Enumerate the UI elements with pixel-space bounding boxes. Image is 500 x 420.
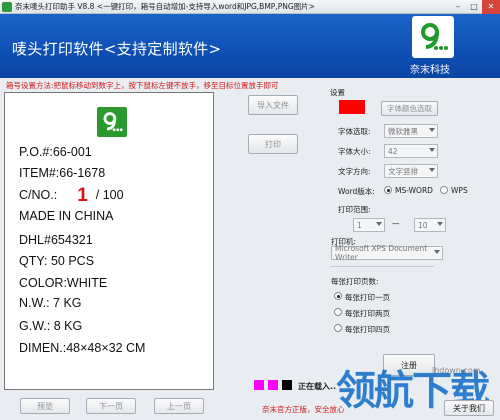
text-direction-combo[interactable]: 文字竖排 [384, 164, 438, 178]
footer-note: 奈末官方正版，安全放心 [262, 405, 345, 414]
minimize-button[interactable]: – [450, 0, 466, 14]
two-pages-label: 每张打印两页 [345, 309, 390, 318]
status-color-box [254, 380, 264, 390]
maximize-button[interactable]: □ [466, 0, 482, 14]
settings-group-title: 设置 [330, 88, 345, 97]
color-swatch [339, 100, 365, 114]
text-direction-label: 文字方向: [338, 167, 371, 176]
status-color-box [268, 380, 278, 390]
printer-value: Microsoft XPS Document Writer [335, 244, 428, 262]
divider [330, 266, 434, 267]
carton-number-value[interactable]: 1 [77, 185, 88, 206]
title-bar: 奈末唛头打印助手 V8.8 <一键打印，箱号自动增加-支持导入word和JPG,… [0, 0, 500, 14]
label-item[interactable]: ITEM#:66-1678 [19, 166, 105, 180]
banner-title: 唛头打印软件<支持定制软件> [12, 40, 222, 58]
range-to-value: 10 [418, 220, 428, 230]
header-banner: 唛头打印软件<支持定制软件> 奈末科技 [0, 14, 500, 78]
window-controls: – □ ✕ [450, 0, 500, 14]
label-dimen[interactable]: DIMEN.:48×48×32 CM [19, 341, 145, 355]
label-qty[interactable]: QTY: 50 PCS [19, 254, 94, 268]
label-preview: P.O.#:66-001 ITEM#:66-1678 C/NO.: 1/ 100 … [4, 92, 214, 390]
wps-label: WPS [451, 186, 468, 195]
brand-logo-graphic [421, 23, 448, 50]
label-po[interactable]: P.O.#:66-001 [19, 145, 92, 159]
font-select-value: 微软雅黑 [388, 126, 418, 136]
chevron-down-icon [437, 222, 443, 226]
two-pages-radio[interactable] [334, 308, 342, 316]
label-made-in[interactable]: MADE IN CHINA [19, 209, 113, 223]
font-size-label: 字体大小: [338, 147, 371, 156]
font-size-combo[interactable]: 42 [384, 144, 438, 158]
label-logo-icon [97, 107, 127, 137]
window-title: 奈末唛头打印助手 V8.8 <一键打印，箱号自动增加-支持导入word和JPG,… [15, 2, 315, 11]
font-size-value: 42 [388, 146, 398, 156]
brand-name: 奈末科技 [410, 65, 450, 76]
chevron-down-icon [429, 148, 435, 152]
pages-per-sheet-label: 每张打印页数: [331, 277, 379, 286]
one-page-radio[interactable] [334, 292, 342, 300]
four-pages-label: 每张打印四页 [345, 325, 390, 334]
label-cno-prefix: C/NO.: [19, 188, 58, 202]
chevron-down-icon [429, 168, 435, 172]
app-icon [2, 1, 12, 12]
chevron-down-icon [376, 222, 382, 226]
label-gw[interactable]: G.W.: 8 KG [19, 319, 82, 333]
one-page-label: 每张打印一页 [345, 293, 390, 302]
watermark-url: lhdown.com [432, 366, 481, 375]
import-file-button[interactable]: 导入文件 [248, 95, 298, 115]
loading-status: 正在载入.. [298, 382, 337, 391]
about-us-button[interactable]: 关于我们 [444, 400, 494, 416]
print-range-label: 打印范围: [338, 205, 371, 214]
printer-combo[interactable]: Microsoft XPS Document Writer [331, 244, 443, 262]
label-nw[interactable]: N.W.: 7 KG [19, 296, 82, 310]
ms-word-radio[interactable] [384, 186, 392, 194]
prev-page-button[interactable]: 上一页 [154, 398, 204, 414]
label-color[interactable]: COLOR:WHITE [19, 276, 107, 290]
ms-word-label: MS-WORD [395, 186, 433, 195]
wps-radio[interactable] [440, 186, 448, 194]
range-dash: — [392, 219, 400, 228]
instruction-hint: 箱号设置方法:把鼠标移动到数字上，按下鼠标左键不放手，移至目标位置放手即可 [6, 81, 279, 90]
label-dhl[interactable]: DHL#654321 [19, 233, 93, 247]
brand-logo-icon [412, 16, 454, 58]
next-page-button[interactable]: 下一页 [86, 398, 136, 414]
four-pages-radio[interactable] [334, 324, 342, 332]
text-direction-value: 文字竖排 [388, 166, 418, 176]
status-color-box [282, 380, 292, 390]
font-select-combo[interactable]: 微软雅黑 [384, 124, 438, 138]
chevron-down-icon [434, 250, 440, 254]
word-version-label: Word版本: [338, 187, 375, 196]
font-color-button[interactable]: 字体颜色选取 [381, 101, 438, 116]
label-cno-total: / 100 [95, 188, 124, 202]
font-select-label: 字体选取: [338, 127, 371, 136]
label-carton-number[interactable]: C/NO.: 1 / 100 [19, 185, 124, 207]
preview-button[interactable]: 预览 [20, 398, 70, 414]
close-button[interactable]: ✕ [482, 0, 500, 14]
range-from-value: 1 [357, 220, 362, 230]
chevron-down-icon [429, 128, 435, 132]
range-to-combo[interactable]: 10 [414, 218, 446, 232]
range-from-combo[interactable]: 1 [353, 218, 385, 232]
print-button[interactable]: 打印 [248, 134, 298, 154]
